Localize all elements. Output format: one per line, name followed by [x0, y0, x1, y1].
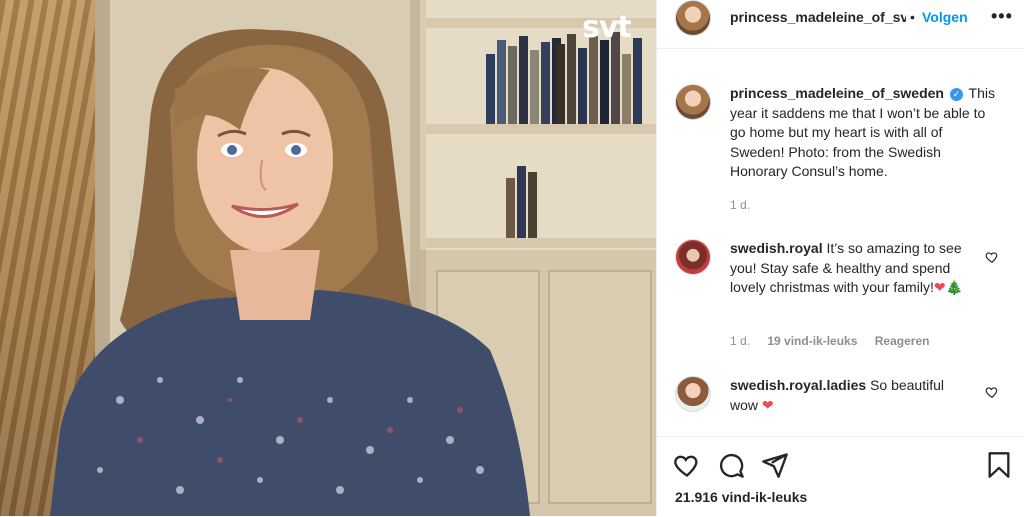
woman-portrait	[50, 29, 530, 516]
author-username[interactable]: princess_madeleine_of_sv	[730, 9, 906, 25]
comment-username[interactable]: swedish.royal.ladies	[730, 377, 866, 393]
comment-username[interactable]: swedish.royal	[730, 240, 823, 256]
commenter-avatar[interactable]	[675, 239, 711, 275]
comment-timestamp[interactable]: 1 d.	[730, 334, 750, 348]
caption-username[interactable]: princess_madeleine_of_sweden	[730, 85, 944, 101]
likes-count[interactable]: 21.916 vind-ik-leuks	[675, 489, 807, 505]
comment-likes[interactable]: 19 vind-ik-leuks	[767, 334, 857, 348]
comment-icon[interactable]	[717, 451, 745, 479]
follow-button[interactable]: Volgen	[922, 9, 968, 25]
share-icon[interactable]	[761, 451, 789, 479]
author-avatar[interactable]	[675, 84, 711, 120]
bookmark-icon[interactable]	[985, 451, 1013, 479]
svt-watermark: svt	[582, 10, 632, 45]
caption-timestamp[interactable]: 1 d.	[730, 198, 750, 212]
post-sidebar: princess_madeleine_of_sv • Volgen ••• pr…	[656, 0, 1024, 516]
comment-emoji: ❤	[761, 396, 774, 413]
comment-emoji: ❤🎄	[933, 279, 963, 295]
verified-badge-icon: ✓	[949, 88, 963, 101]
reply-button[interactable]: Reageren	[875, 334, 930, 348]
like-comment-heart-icon[interactable]	[985, 385, 999, 399]
like-comment-heart-icon[interactable]	[985, 250, 999, 264]
heart-icon[interactable]	[673, 451, 701, 479]
post-header: princess_madeleine_of_sv • Volgen •••	[657, 0, 1024, 36]
commenter-avatar[interactable]	[675, 376, 711, 412]
more-options-icon[interactable]: •••	[991, 6, 1013, 27]
author-avatar[interactable]	[675, 0, 711, 36]
post-actions: 21.916 vind-ik-leuks	[657, 436, 1024, 517]
post-photo[interactable]: svt	[0, 0, 656, 516]
header-separator: •	[910, 9, 915, 25]
divider	[657, 48, 1024, 49]
